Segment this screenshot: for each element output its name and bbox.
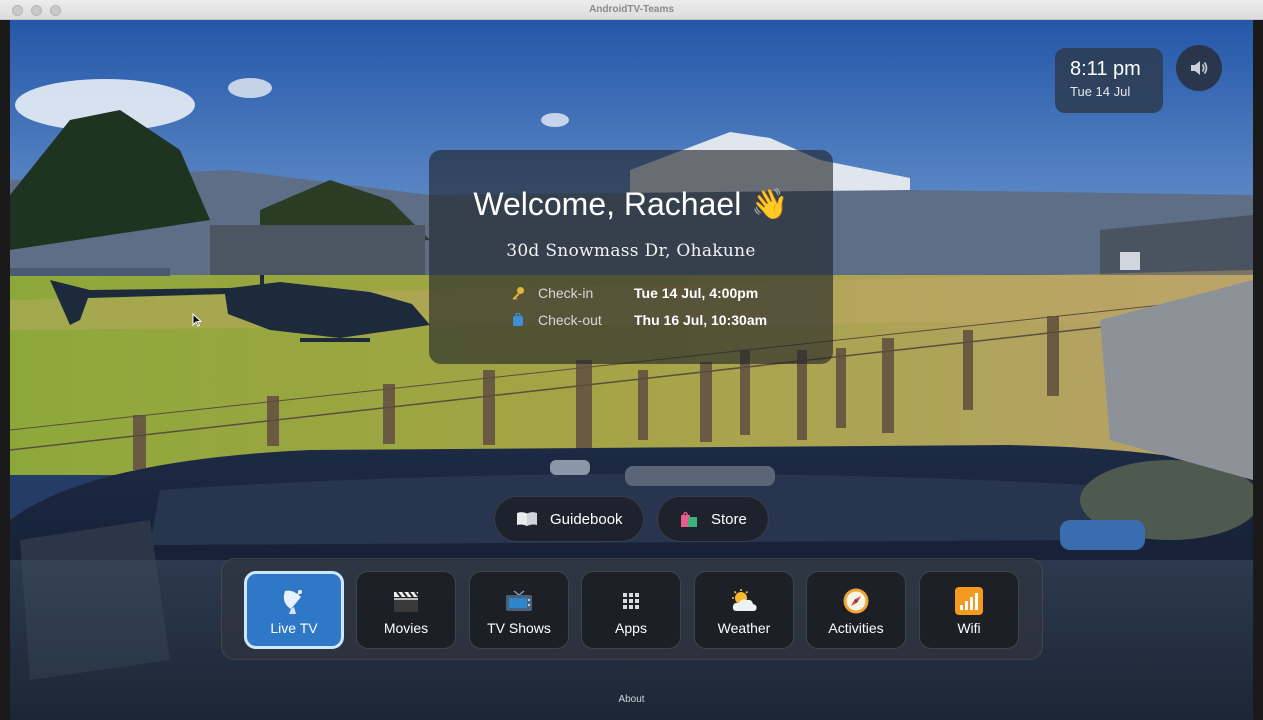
clapperboard-icon bbox=[392, 586, 420, 616]
guidebook-label: Guidebook bbox=[550, 510, 623, 528]
tile-activities-label: Activities bbox=[828, 620, 884, 636]
waving-hand-icon: 👋 bbox=[751, 188, 789, 221]
property-address: 30d Snowmass Dr, Ohakune bbox=[506, 241, 756, 261]
tile-movies[interactable]: Movies bbox=[356, 571, 456, 649]
sun-cloud-icon bbox=[729, 586, 759, 616]
minimize-window-button[interactable] bbox=[31, 5, 42, 16]
about-link[interactable]: About bbox=[610, 694, 653, 705]
tile-live-tv[interactable]: Live TV bbox=[244, 571, 344, 649]
guidebook-button[interactable]: Guidebook bbox=[494, 496, 644, 542]
shopping-bag-icon bbox=[681, 511, 697, 527]
checkin-row: Check-in Tue 14 Jul, 4:00pm bbox=[429, 279, 833, 306]
tile-tv-shows[interactable]: TV Shows bbox=[469, 571, 569, 649]
tile-live-tv-label: Live TV bbox=[270, 620, 318, 636]
wifi-signal-icon bbox=[955, 586, 983, 616]
clock-widget: 8:11 pm Tue 14 Jul bbox=[1055, 48, 1163, 113]
close-window-button[interactable] bbox=[12, 5, 23, 16]
key-icon bbox=[511, 286, 525, 300]
tile-weather-label: Weather bbox=[717, 620, 771, 636]
tile-weather[interactable]: Weather bbox=[694, 571, 794, 649]
checkout-row: Check-out Thu 16 Jul, 10:30am bbox=[429, 306, 833, 333]
clock-time: 8:11 pm bbox=[1070, 58, 1141, 80]
luggage-icon bbox=[511, 312, 525, 327]
grid-icon bbox=[621, 586, 641, 616]
stay-details: Check-in Tue 14 Jul, 4:00pm Check-out Th… bbox=[429, 279, 833, 333]
checkout-label: Check-out bbox=[538, 311, 602, 328]
window-controls[interactable] bbox=[12, 5, 61, 16]
speaker-icon bbox=[1191, 61, 1208, 75]
clock-date: Tue 14 Jul bbox=[1070, 84, 1131, 99]
tile-apps[interactable]: Apps bbox=[581, 571, 681, 649]
checkout-value: Thu 16 Jul, 10:30am bbox=[634, 311, 768, 328]
window-titlebar: AndroidTV-Teams bbox=[0, 0, 1263, 20]
compass-icon bbox=[842, 586, 870, 616]
tile-tv-shows-label: TV Shows bbox=[487, 620, 551, 636]
window-title: AndroidTV-Teams bbox=[589, 4, 674, 15]
store-label: Store bbox=[711, 510, 747, 528]
checkin-value: Tue 14 Jul, 4:00pm bbox=[634, 284, 759, 301]
tile-apps-label: Apps bbox=[615, 620, 647, 636]
welcome-card: Welcome, Rachael 👋 30d Snowmass Dr, Ohak… bbox=[429, 150, 833, 364]
book-icon bbox=[517, 512, 537, 526]
tile-activities[interactable]: Activities bbox=[806, 571, 906, 649]
welcome-heading: Welcome, Rachael bbox=[473, 186, 742, 222]
welcome-headline: Welcome, Rachael 👋 bbox=[429, 186, 833, 223]
store-button[interactable]: Store bbox=[657, 496, 769, 542]
satellite-dish-icon bbox=[279, 586, 309, 616]
television-icon bbox=[504, 586, 534, 616]
checkin-label: Check-in bbox=[538, 284, 594, 301]
zoom-window-button[interactable] bbox=[50, 5, 61, 16]
tile-movies-label: Movies bbox=[383, 620, 429, 636]
main-nav-dock: Live TV Movies TV Shows Apps Weather Act… bbox=[221, 558, 1043, 660]
mouse-pointer-icon bbox=[192, 313, 202, 327]
tile-wifi-label: Wifi bbox=[957, 620, 981, 636]
tv-home-screen: 8:11 pm Tue 14 Jul Welcome, Rachael 👋 30… bbox=[10, 20, 1253, 720]
tile-wifi[interactable]: Wifi bbox=[919, 571, 1019, 649]
volume-button[interactable] bbox=[1176, 45, 1222, 91]
